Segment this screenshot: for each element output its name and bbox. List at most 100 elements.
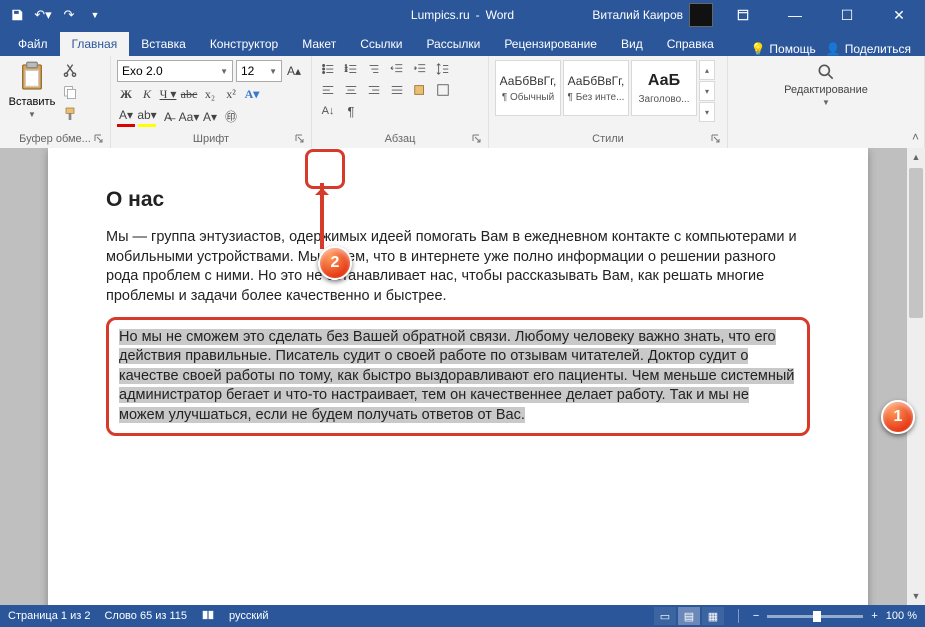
- quick-access-toolbar: ↶▾ ↷ ▼: [0, 4, 106, 26]
- shrink-font-icon[interactable]: A▾: [201, 108, 219, 126]
- zoom-control: − + 100 %: [753, 610, 917, 622]
- close-button[interactable]: ✕: [877, 0, 921, 30]
- group-editing-label[interactable]: Редактирование: [784, 84, 868, 96]
- scroll-down-icon[interactable]: ▼: [907, 587, 925, 605]
- doc-paragraph-1: Мы — группа энтузиастов, одержимых идеей…: [106, 228, 810, 306]
- style-no-spacing[interactable]: АаБбВвГг,¶ Без инте...: [563, 60, 629, 116]
- annotation-arrow: [320, 183, 324, 249]
- style-gallery-scroll[interactable]: ▴▾▾: [699, 60, 715, 123]
- group-font-label: Шрифт: [193, 133, 229, 145]
- group-paragraph: 12 А↓ ¶ А: [312, 56, 489, 148]
- group-editing: Редактирование ▼: [728, 56, 925, 148]
- grow-font-icon[interactable]: A▴: [285, 62, 303, 80]
- help-button[interactable]: 💡 Помощь: [750, 42, 815, 56]
- multilevel-icon[interactable]: [364, 60, 384, 78]
- bold-button[interactable]: Ж: [117, 85, 135, 103]
- format-painter-icon[interactable]: [62, 106, 78, 122]
- borders-icon[interactable]: [433, 81, 453, 99]
- zoom-out-button[interactable]: −: [753, 610, 759, 622]
- scroll-up-icon[interactable]: ▲: [907, 148, 925, 166]
- decrease-indent-icon[interactable]: [387, 60, 407, 78]
- zoom-in-button[interactable]: +: [871, 610, 877, 622]
- collapse-ribbon-icon[interactable]: ˄: [912, 130, 919, 144]
- styles-launcher-icon[interactable]: [709, 132, 723, 146]
- status-bar: Страница 1 из 2 Слово 65 из 115 русский …: [0, 605, 925, 627]
- group-styles-label: Стили: [592, 133, 624, 145]
- text-effects-icon[interactable]: A▾: [243, 85, 261, 103]
- sort-icon[interactable]: А↓: [318, 102, 338, 120]
- clipboard-launcher-icon[interactable]: [92, 132, 106, 146]
- tab-layout[interactable]: Макет: [290, 32, 348, 56]
- tab-insert[interactable]: Вставка: [129, 32, 198, 56]
- align-right-icon[interactable]: [364, 81, 384, 99]
- status-words[interactable]: Слово 65 из 115: [104, 610, 187, 622]
- group-paragraph-label: Абзац: [385, 133, 416, 145]
- font-launcher-icon[interactable]: [293, 132, 307, 146]
- view-print-icon[interactable]: ▤: [678, 607, 700, 625]
- font-size-combo[interactable]: 12▼: [236, 60, 282, 82]
- tab-home[interactable]: Главная: [60, 32, 130, 56]
- underline-button[interactable]: Ч ▾: [159, 85, 177, 103]
- superscript-button[interactable]: x²: [222, 85, 240, 103]
- font-name-combo[interactable]: Exo 2.0▼: [117, 60, 233, 82]
- tab-file[interactable]: Файл: [6, 32, 60, 56]
- font-color-button[interactable]: A▾: [117, 106, 135, 127]
- style-heading1[interactable]: АаБЗаголово...: [631, 60, 697, 116]
- save-icon[interactable]: [6, 4, 28, 26]
- justify-icon[interactable]: [387, 81, 407, 99]
- user-name: Виталий Каиров: [592, 8, 683, 22]
- selected-text[interactable]: Но мы не сможем это сделать без Вашей об…: [119, 329, 794, 423]
- tab-mailings[interactable]: Рассылки: [414, 32, 492, 56]
- align-center-icon[interactable]: [341, 81, 361, 99]
- increase-indent-icon[interactable]: [410, 60, 430, 78]
- status-language[interactable]: русский: [229, 610, 268, 622]
- paste-button[interactable]: Вставить ▼: [6, 60, 58, 119]
- show-marks-icon[interactable]: ¶: [341, 102, 361, 120]
- page[interactable]: О нас Мы — группа энтузиастов, одержимых…: [48, 148, 868, 605]
- change-case-button[interactable]: Aa▾: [180, 108, 198, 126]
- tab-design[interactable]: Конструктор: [198, 32, 290, 56]
- strikethrough-button[interactable]: abc: [180, 85, 198, 103]
- style-normal[interactable]: АаБбВвГг,¶ Обычный: [495, 60, 561, 116]
- bullets-icon[interactable]: [318, 60, 338, 78]
- highlight-button[interactable]: ab▾: [138, 106, 156, 127]
- status-page[interactable]: Страница 1 из 2: [8, 610, 90, 622]
- paragraph-launcher-icon[interactable]: [470, 132, 484, 146]
- share-button[interactable]: 👤 Поделиться: [826, 42, 911, 56]
- zoom-slider[interactable]: [767, 615, 863, 618]
- ribbon-options-icon[interactable]: [721, 0, 765, 30]
- tab-references[interactable]: Ссылки: [348, 32, 414, 56]
- window-title: Lumpics.ru - Word: [411, 8, 514, 22]
- spellcheck-icon[interactable]: [201, 608, 215, 625]
- shading-icon[interactable]: [410, 81, 430, 99]
- redo-icon[interactable]: ↷: [58, 4, 80, 26]
- maximize-button[interactable]: ☐: [825, 0, 869, 30]
- copy-icon[interactable]: [62, 84, 78, 100]
- qat-dropdown-icon[interactable]: ▼: [84, 4, 106, 26]
- cut-icon[interactable]: [62, 62, 78, 78]
- document-area: О нас Мы — группа энтузиастов, одержимых…: [0, 148, 925, 605]
- enclose-char-icon[interactable]: ㊞: [222, 108, 240, 126]
- clear-formatting-icon[interactable]: A̶: [159, 108, 177, 126]
- numbering-icon[interactable]: 12: [341, 60, 361, 78]
- undo-icon[interactable]: ↶▾: [32, 4, 54, 26]
- line-spacing-icon[interactable]: [433, 60, 453, 78]
- subscript-button[interactable]: x₂: [201, 85, 219, 103]
- view-read-icon[interactable]: ▭: [654, 607, 676, 625]
- group-clipboard: Вставить ▼ Буфер обме...: [0, 56, 111, 148]
- vertical-scrollbar[interactable]: ▲ ▼: [907, 148, 925, 605]
- view-web-icon[interactable]: ▦: [702, 607, 724, 625]
- tab-help[interactable]: Справка: [655, 32, 726, 56]
- user-account[interactable]: Виталий Каиров: [592, 3, 713, 27]
- callout-1: 1: [881, 400, 915, 434]
- tab-view[interactable]: Вид: [609, 32, 655, 56]
- find-icon[interactable]: [816, 62, 836, 82]
- callout-2: 2: [318, 246, 352, 280]
- tab-review[interactable]: Рецензирование: [492, 32, 609, 56]
- align-left-icon[interactable]: [318, 81, 338, 99]
- scroll-thumb[interactable]: [909, 168, 923, 318]
- minimize-button[interactable]: —: [773, 0, 817, 30]
- view-buttons: ▭ ▤ ▦: [654, 607, 724, 625]
- zoom-level[interactable]: 100 %: [886, 610, 917, 622]
- italic-button[interactable]: К: [138, 85, 156, 103]
